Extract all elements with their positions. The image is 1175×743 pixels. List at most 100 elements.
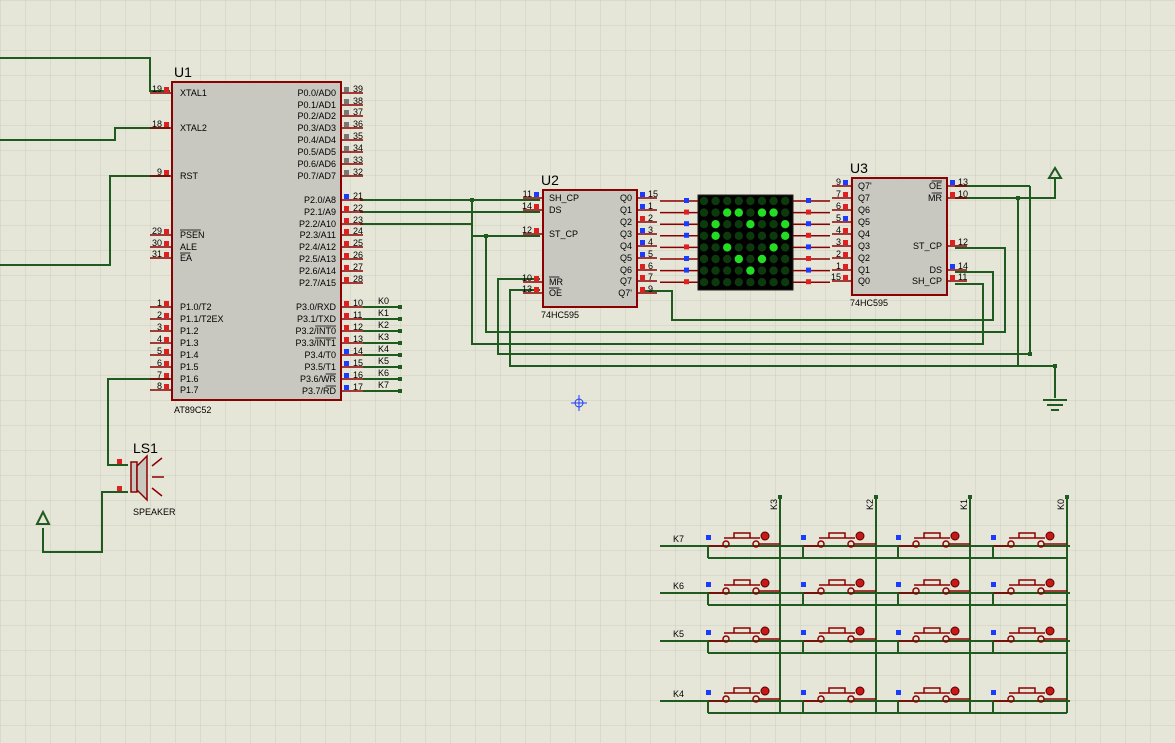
- keypad-row-label: K6: [673, 581, 684, 591]
- led-off: [711, 278, 720, 287]
- pin-marker: [344, 241, 349, 246]
- pin-marker: [640, 240, 645, 245]
- pin-marker: [991, 582, 996, 587]
- u3-pin-num: 7: [836, 189, 841, 199]
- keypad-col-label: K2: [865, 499, 875, 510]
- u1-net-label: K3: [378, 332, 389, 342]
- led-on: [757, 208, 767, 217]
- u1-pin-name: P2.0/A8: [304, 195, 336, 205]
- led-off: [699, 220, 709, 229]
- u1-pin-name: P3.3/INT1: [295, 338, 336, 348]
- pin-marker: [344, 146, 349, 151]
- u2-ref: U2: [541, 172, 559, 188]
- pin-marker: [806, 244, 811, 250]
- pin-marker: [991, 630, 996, 635]
- led-off: [757, 220, 767, 229]
- u1-pin-num: 17: [353, 382, 363, 392]
- u1-pin-num: 30: [152, 238, 162, 248]
- led-off: [699, 196, 709, 206]
- u1-pin-num: 31: [152, 249, 162, 259]
- u2-pin-name: Q6: [620, 265, 632, 275]
- pin-marker: [344, 253, 349, 258]
- pin-marker: [164, 241, 169, 246]
- u1-pin-name: P3.7/RD: [302, 386, 337, 396]
- u1-pin-num: 15: [353, 358, 363, 368]
- pin-marker: [684, 256, 689, 261]
- u3-shift-register[interactable]: U3 74HC595 9 Q7' 7 Q7 6 Q6 5 Q5 4 Q4 3 Q3 2 Q2 1 Q1 15 Q0 13…: [831, 160, 968, 308]
- pin-marker: [843, 275, 848, 280]
- u2-pin-name: OE: [549, 288, 562, 298]
- u3-pin-num: 12: [958, 237, 968, 247]
- u2-pin-num: 15: [648, 189, 658, 199]
- pin-marker: [164, 87, 169, 92]
- net-terminal: [398, 389, 402, 393]
- u3-pin-num: 5: [836, 213, 841, 223]
- u2-pin-num: 2: [648, 213, 653, 223]
- u1-pin-num: 10: [353, 298, 363, 308]
- pin-marker: [344, 277, 349, 282]
- u2-pin-name: Q7: [620, 276, 632, 286]
- pin-marker: [706, 630, 711, 635]
- u1-pin-name: P1.3: [180, 338, 199, 348]
- u1-pin-num: 32: [353, 167, 363, 177]
- pin-marker: [344, 361, 349, 366]
- led-on: [769, 208, 778, 217]
- pin-marker: [843, 228, 848, 233]
- u1-pin-num: 36: [353, 119, 363, 129]
- u1-pin-name: P2.4/A12: [299, 242, 336, 252]
- pin-marker: [806, 232, 811, 238]
- pin-marker: [344, 122, 349, 127]
- led-on: [711, 220, 720, 229]
- u1-pin-num: 1: [157, 298, 162, 308]
- led-off: [781, 278, 790, 287]
- led-off: [734, 243, 743, 252]
- pin-marker: [806, 256, 811, 261]
- button-state-icon: [1045, 686, 1055, 696]
- pin-marker: [344, 265, 349, 270]
- pin-marker: [640, 228, 645, 233]
- speaker-magnet[interactable]: [130, 461, 138, 493]
- pin-marker: [801, 535, 806, 540]
- pin-marker: [950, 180, 955, 185]
- pin-marker: [843, 192, 848, 197]
- u3-pin-num: 1: [836, 261, 841, 271]
- u2-pin-num: 14: [522, 201, 532, 211]
- pin-marker: [806, 209, 811, 215]
- u2-pin-name: Q7': [618, 288, 632, 298]
- pin-marker: [164, 313, 169, 318]
- u1-pin-name: P1.2: [180, 326, 199, 336]
- matrix-body[interactable]: [697, 194, 794, 291]
- u3-pin-num: 6: [836, 201, 841, 211]
- pin-marker: [950, 275, 955, 280]
- pin-marker: [344, 301, 349, 306]
- led-on: [746, 220, 755, 229]
- pin-marker: [164, 252, 169, 257]
- pin-marker: [843, 180, 848, 185]
- pin-marker: [640, 216, 645, 221]
- led-off: [746, 208, 755, 217]
- pin-marker: [896, 690, 901, 695]
- led-on: [769, 243, 778, 252]
- u2-pin-name: Q5: [620, 253, 632, 263]
- u2-pin-name: SH_CP: [549, 193, 579, 203]
- pin-marker: [534, 228, 539, 233]
- u1-pin-num: 27: [353, 262, 363, 272]
- u1-net-label: K1: [378, 308, 389, 318]
- keypad-row-label: K4: [673, 689, 684, 699]
- pin-marker: [684, 209, 689, 215]
- pin-marker: [344, 87, 349, 92]
- net-terminal: [398, 329, 402, 333]
- u3-pin-name: Q4: [858, 229, 870, 239]
- led-on: [723, 208, 732, 217]
- u1-pin-num: 38: [353, 96, 363, 106]
- u2-part: 74HC595: [541, 310, 579, 320]
- led-off: [769, 254, 778, 264]
- u1-pin-num: 37: [353, 107, 363, 117]
- led-off: [699, 254, 709, 264]
- u3-pin-num: 3: [836, 237, 841, 247]
- pin-marker: [896, 630, 901, 635]
- u2-pin-name: Q1: [620, 205, 632, 215]
- led-off: [769, 266, 778, 275]
- u2-shift-register[interactable]: U274HC59511 SH_CP14 DS12 ST_CP10 MR13 OE15Q01…: [522, 172, 658, 320]
- u2-pin-num: 12: [522, 225, 532, 235]
